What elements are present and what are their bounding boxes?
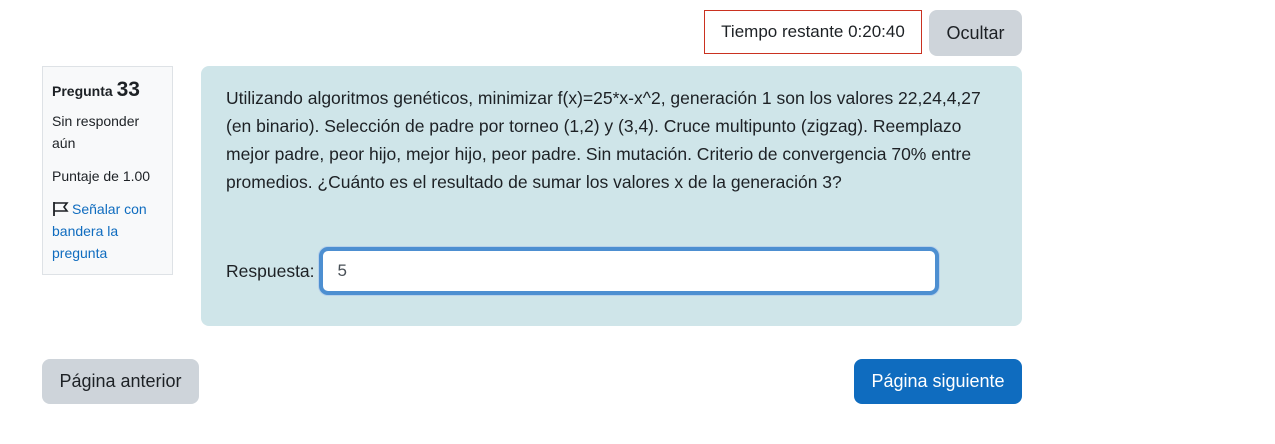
- time-remaining: Tiempo restante 0:20:40: [704, 10, 922, 54]
- question-state: Sin responder aún: [52, 113, 140, 151]
- question-text: Utilizando algoritmos genéticos, minimiz…: [226, 88, 981, 192]
- next-page-button[interactable]: Página siguiente: [854, 359, 1022, 404]
- answer-input[interactable]: [318, 247, 939, 295]
- quiz-page: Tiempo restante 0:20:40 Ocultar Pregunta…: [0, 0, 1275, 444]
- question-content: Utilizando algoritmos genéticos, minimiz…: [201, 66, 1022, 326]
- previous-page-button[interactable]: Página anterior: [42, 359, 199, 404]
- question-info: Pregunta 33 Sin responder aún Puntaje de…: [42, 66, 173, 275]
- flag-question-link[interactable]: Señalar con bandera la pregunta: [52, 198, 163, 264]
- question-number: Pregunta 33: [52, 77, 163, 104]
- question-number-value: 33: [116, 78, 140, 101]
- flag-icon: [52, 201, 69, 217]
- question-grade: Puntaje de 1.00: [52, 168, 151, 184]
- answer-row: Respuesta:: [226, 247, 939, 295]
- question-number-prefix: Pregunta: [52, 83, 113, 99]
- hide-timer-button[interactable]: Ocultar: [929, 10, 1022, 56]
- answer-label: Respuesta:: [226, 260, 315, 281]
